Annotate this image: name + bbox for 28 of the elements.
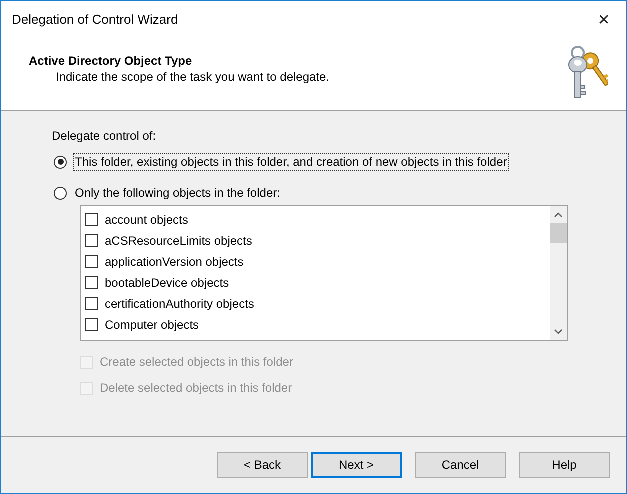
checkbox[interactable]	[85, 255, 98, 268]
scrollbar[interactable]	[550, 206, 567, 340]
checkbox[interactable]	[85, 297, 98, 310]
checkbox[interactable]	[85, 234, 98, 247]
list-item[interactable]: applicationVersion objects	[105, 254, 244, 268]
wizard-button[interactable]: Cancel	[415, 452, 506, 478]
wizard-button[interactable]: < Back	[217, 452, 308, 478]
wizard-button[interactable]: Next >	[311, 452, 402, 478]
scroll-thumb[interactable]	[550, 223, 567, 243]
object-list[interactable]: account objects aCSResourceLimits objects applicationVersion objects bootableDevice objects certificationAuthority objects Computer objects	[80, 205, 568, 341]
wizard-button[interactable]: Help	[519, 452, 610, 478]
page-title: Active Directory Object Type	[29, 54, 194, 68]
radio-label[interactable]: Only the following objects in the folder:	[73, 184, 282, 202]
radio-button[interactable]	[54, 186, 67, 200]
list-item[interactable]: aCSResourceLimits objects	[105, 234, 252, 248]
checkbox[interactable]	[85, 276, 98, 289]
radio-button[interactable]	[54, 156, 67, 168]
page-subtitle: Indicate the scope of the task you want to delegate.	[55, 70, 330, 84]
list-item[interactable]: account objects	[105, 212, 188, 226]
checkbox[interactable]	[85, 318, 98, 331]
list-item[interactable]: bootableDevice objects	[105, 276, 230, 290]
list-item[interactable]: certificationAuthority objects	[105, 296, 254, 310]
list-item[interactable]: Computer objects	[105, 318, 200, 332]
group-label: Delegate control of:	[52, 129, 158, 143]
window-title: Delegation of Control Wizard	[12, 12, 178, 27]
close-button[interactable]: ✕	[582, 1, 626, 38]
radio-label[interactable]: This folder, existing objects in this folder, and creation of new objects in this folder	[73, 153, 510, 171]
checkbox[interactable]	[85, 213, 98, 226]
